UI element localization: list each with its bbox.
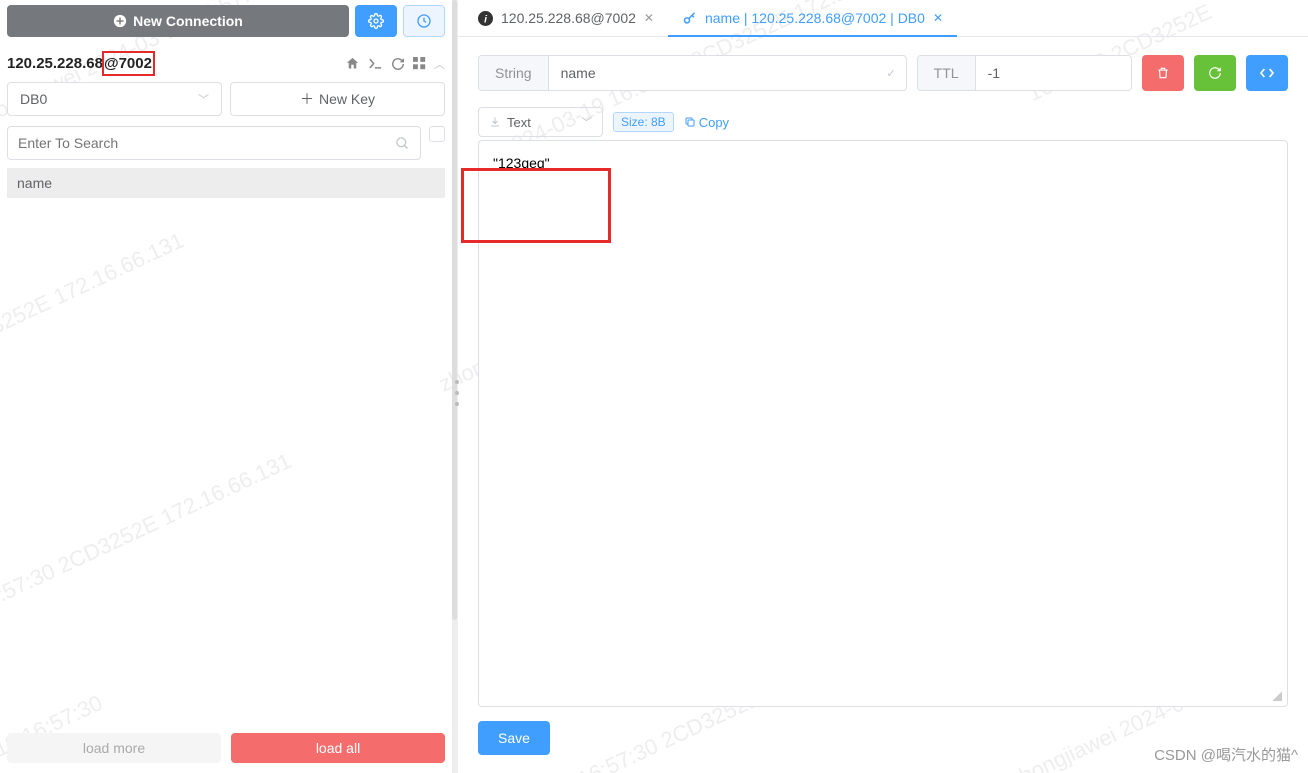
new-key-button[interactable]: ＋ New Key [230,82,445,116]
value-textarea[interactable] [478,140,1288,707]
new-connection-button[interactable]: New Connection [7,5,349,37]
load-more-button[interactable]: load more [7,733,221,763]
save-button[interactable]: Save [478,721,550,755]
refresh-icon [1208,66,1222,80]
refresh-icon[interactable] [391,57,405,71]
plus-circle-icon [113,14,127,28]
search-input-wrapper [7,126,421,160]
new-key-label: New Key [319,91,375,107]
delete-button[interactable] [1142,55,1184,91]
grid-icon[interactable] [413,57,426,70]
close-icon[interactable]: ✕ [933,11,943,25]
highlight-box: @7002 [102,51,155,76]
key-icon [682,11,697,26]
gear-icon [368,13,384,29]
key-list: name [7,168,445,733]
home-icon[interactable] [345,56,360,71]
search-icon[interactable] [395,136,410,151]
ttl-label: TTL [918,56,976,90]
sidebar: New Connection 120.25.228.68@7002 ︿ DB0 [0,0,458,773]
ttl-input[interactable] [976,56,1132,90]
search-input[interactable] [18,135,395,151]
close-icon[interactable]: ✕ [644,11,654,25]
terminal-icon[interactable] [368,57,383,70]
format-select[interactable]: Text ﹀ [478,107,603,137]
log-button[interactable] [403,5,445,37]
chevron-down-icon: ﹀ [581,114,592,130]
settings-button[interactable] [355,5,397,37]
refresh-button[interactable] [1194,55,1236,91]
info-icon: i [478,11,493,26]
type-label: String [479,56,549,90]
code-icon [1259,66,1275,80]
key-item[interactable]: name [7,168,445,198]
exact-match-checkbox[interactable] [429,126,445,142]
main-panel: i 120.25.228.68@7002 ✕ name | 120.25.228… [458,0,1308,773]
db-select[interactable]: DB0 ﹀ [7,82,222,116]
new-connection-label: New Connection [133,13,243,29]
copy-button[interactable]: Copy [684,115,729,130]
code-button[interactable] [1246,55,1288,91]
size-badge: Size: 8B [613,112,674,132]
copy-icon [684,116,696,128]
tab-label: 120.25.228.68@7002 [501,10,636,26]
resize-grip[interactable] [1272,691,1282,701]
collapse-icon[interactable]: ︿ [434,56,445,72]
tab-key[interactable]: name | 120.25.228.68@7002 | DB0 ✕ [668,0,957,36]
attribution: CSDN @喝汽水的猫^ [1154,744,1298,765]
download-icon [489,116,501,128]
trash-icon [1156,66,1170,80]
key-name-input[interactable] [549,56,877,90]
load-all-button[interactable]: load all [231,733,445,763]
plus-icon: ＋ [300,89,314,109]
check-icon[interactable]: ✓ [886,67,895,80]
copy-label: Copy [699,115,729,130]
chevron-down-icon: ﹀ [198,91,209,107]
connection-title[interactable]: 120.25.228.68@7002 [7,55,155,72]
db-select-label: DB0 [20,91,47,107]
format-label: Text [507,115,531,130]
tab-status[interactable]: i 120.25.228.68@7002 ✕ [464,0,668,36]
scrollbar[interactable] [452,0,457,620]
tab-bar: i 120.25.228.68@7002 ✕ name | 120.25.228… [458,0,1308,37]
clock-icon [416,13,432,29]
tab-label: name | 120.25.228.68@7002 | DB0 [705,10,925,26]
